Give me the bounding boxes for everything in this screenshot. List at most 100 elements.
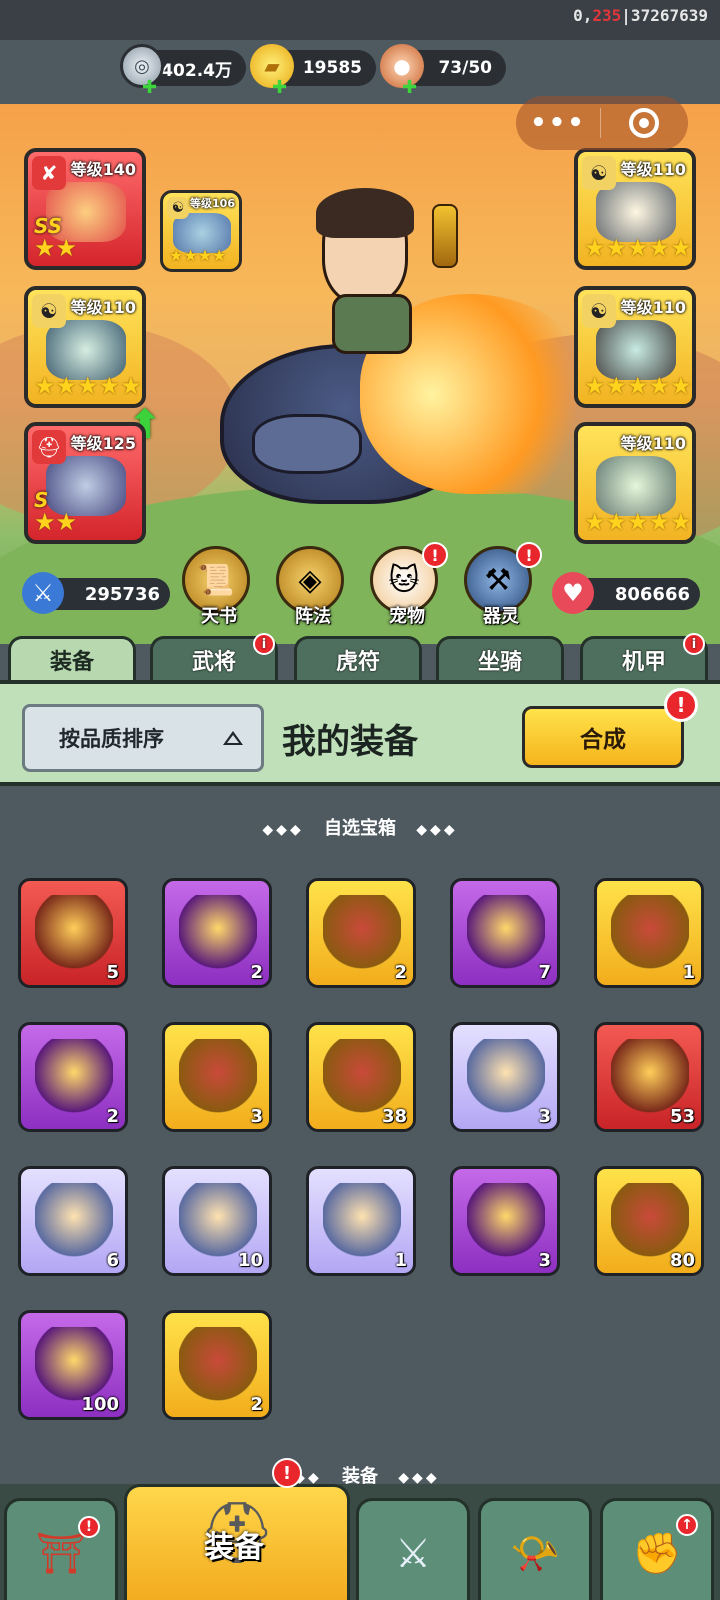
category-tabs: 装备 武将 i 虎符 坐骑 机甲 i (0, 633, 720, 680)
item-slot[interactable]: 2 (162, 878, 272, 988)
slot-stars: ★★★★★ (34, 372, 142, 400)
feature-label: 宠物 (389, 606, 425, 627)
nav-active-label: 装备 (204, 1530, 264, 1565)
weapon-slot[interactable]: ✘ 等级140 SS ★★ (24, 148, 146, 270)
slot-level: 等级110 (620, 434, 686, 453)
coords-highlight: 235 (592, 6, 622, 25)
tab-generals[interactable]: 武将 i (150, 633, 278, 680)
alert-badge: ! (78, 1516, 100, 1538)
tab-equipment[interactable]: 装备 (8, 636, 136, 680)
bottom-nav: ⛩ ⛑ ⚔ 📯 ✊ (0, 1484, 720, 1600)
book-button[interactable]: 📜 天书 (182, 546, 256, 627)
close-miniprogram-button[interactable] (601, 108, 687, 138)
crossed-swords-icon: ⚔ (395, 1530, 431, 1577)
combine-button[interactable]: 合成 (522, 706, 684, 768)
tab-mount[interactable]: 坐骑 (436, 636, 564, 680)
combine-label: 合成 (580, 727, 626, 753)
formation-button[interactable]: ◈ 阵法 (276, 546, 350, 627)
nav-horn-button[interactable]: 📯 (478, 1498, 592, 1600)
decor-dots-icon: ◆◆◆ (262, 822, 304, 838)
item-slot[interactable]: 6 (18, 1166, 128, 1276)
pet-button[interactable]: 🐱 宠物 ! (370, 542, 448, 627)
sword-icon: ✘ (32, 156, 66, 190)
page-title: 我的装备 (282, 722, 418, 762)
item-count: 100 (81, 1394, 119, 1415)
upgrade-badge: ↑ (676, 1514, 698, 1536)
item-slot[interactable]: 100 (18, 1310, 128, 1420)
slot-level: 等级125 (70, 434, 136, 453)
sort-dropdown[interactable]: 按品质排序 (22, 704, 264, 772)
item-slot[interactable]: 2 (162, 1310, 272, 1420)
nav-power-button[interactable]: ✊ (600, 1498, 714, 1600)
item-slot[interactable]: 1 (594, 878, 704, 988)
linked-gear-slot[interactable]: ☯ 等级106 ★★★★ (160, 190, 242, 272)
item-count: 2 (250, 1394, 263, 1415)
item-count: 80 (669, 1250, 695, 1271)
slot-stars: ★★★★★ (584, 234, 692, 262)
nav-battle-button[interactable]: ⚔ (356, 1498, 470, 1600)
silver-currency[interactable]: ◎ ✚ 402.4万 (120, 44, 246, 98)
tab-tiger-seal[interactable]: 虎符 (294, 636, 422, 680)
alert-badge: ! (422, 542, 448, 568)
helmet-slot[interactable]: ⛑ 等级125 S ★★ (24, 422, 146, 544)
more-menu-button[interactable]: ••• (516, 108, 600, 138)
hero-body (332, 294, 412, 354)
purple-treasure-chest-icon (179, 895, 257, 969)
feature-label: 阵法 (295, 606, 331, 627)
helmet-art (46, 456, 126, 516)
slot-stars: ★★★★★ (584, 508, 692, 536)
item-slot[interactable]: 3 (450, 1022, 560, 1132)
sword-icon: ⚔ (22, 572, 64, 614)
slot-stars: ★★ (34, 234, 78, 262)
monkey-fragment-icon (323, 1183, 401, 1257)
red-puzzle-chest-icon (35, 895, 113, 969)
item-slot[interactable]: 7 (450, 878, 560, 988)
stamina-currency[interactable]: ● ✚ 73/50 (380, 44, 506, 98)
feature-label: 器灵 (483, 606, 519, 627)
item-count: 5 (106, 962, 119, 983)
item-count: 1 (394, 1250, 407, 1271)
item-slot[interactable]: 80 (594, 1166, 704, 1276)
slot-level: 等级110 (620, 160, 686, 179)
attack-stat: ⚔ 295736 (22, 572, 170, 614)
plus-icon[interactable]: ✚ (402, 77, 417, 98)
boots-art (596, 320, 676, 380)
gold-currency[interactable]: ▰ ✚ 19585 (250, 44, 376, 98)
tab-mecha[interactable]: 机甲 i (580, 633, 708, 680)
gold-red-puzzle-chest-icon (179, 1327, 257, 1401)
item-slot[interactable]: 53 (594, 1022, 704, 1132)
gold-puzzle-chest-icon (179, 1039, 257, 1113)
scroll-item-icon (432, 204, 458, 268)
plus-icon[interactable]: ✚ (142, 77, 157, 98)
slot-stars: ★★★★★ (584, 372, 692, 400)
item-slot[interactable]: 2 (18, 1022, 128, 1132)
item-slot[interactable]: 3 (162, 1022, 272, 1132)
sort-label: 按品质排序 (59, 727, 164, 751)
game-screen: 0,235|37267639 ◎ ✚ 402.4万 ▰ ✚ 19585 ● ✚ … (0, 0, 720, 1600)
triangle-up-icon (223, 731, 243, 745)
belt-slot[interactable]: 等级110 ★★★★★ (574, 422, 696, 544)
item-slot[interactable]: 10 (162, 1166, 272, 1276)
spirit-button[interactable]: ⚒ 器灵 ! (464, 542, 542, 627)
tab-label: 坐骑 (477, 649, 522, 675)
nav-shop-button[interactable]: ⛩ (4, 1498, 118, 1600)
info-badge: i (253, 633, 275, 655)
item-count: 53 (669, 1106, 695, 1127)
accessory-slot[interactable]: ☯ 等级110 ★★★★★ (24, 286, 146, 408)
item-count: 3 (250, 1106, 263, 1127)
item-slot[interactable]: 38 (306, 1022, 416, 1132)
item-slot[interactable]: 1 (306, 1166, 416, 1276)
item-count: 7 (538, 962, 551, 983)
slot-stars: ★★★★ (169, 246, 227, 265)
target-close-icon (629, 108, 659, 138)
accessory-art (46, 320, 126, 380)
item-slot[interactable]: 5 (18, 878, 128, 988)
armor-slot[interactable]: ☯ 等级110 ★★★★★ (574, 148, 696, 270)
plus-icon[interactable]: ✚ (272, 77, 287, 98)
slot-level: 等级140 (70, 160, 136, 179)
stamina-value: 73/50 (438, 58, 492, 78)
tab-label: 机甲 (621, 649, 666, 675)
item-slot[interactable]: 2 (306, 878, 416, 988)
item-slot[interactable]: 3 (450, 1166, 560, 1276)
boots-slot[interactable]: ☯ 等级110 ★★★★★ (574, 286, 696, 408)
